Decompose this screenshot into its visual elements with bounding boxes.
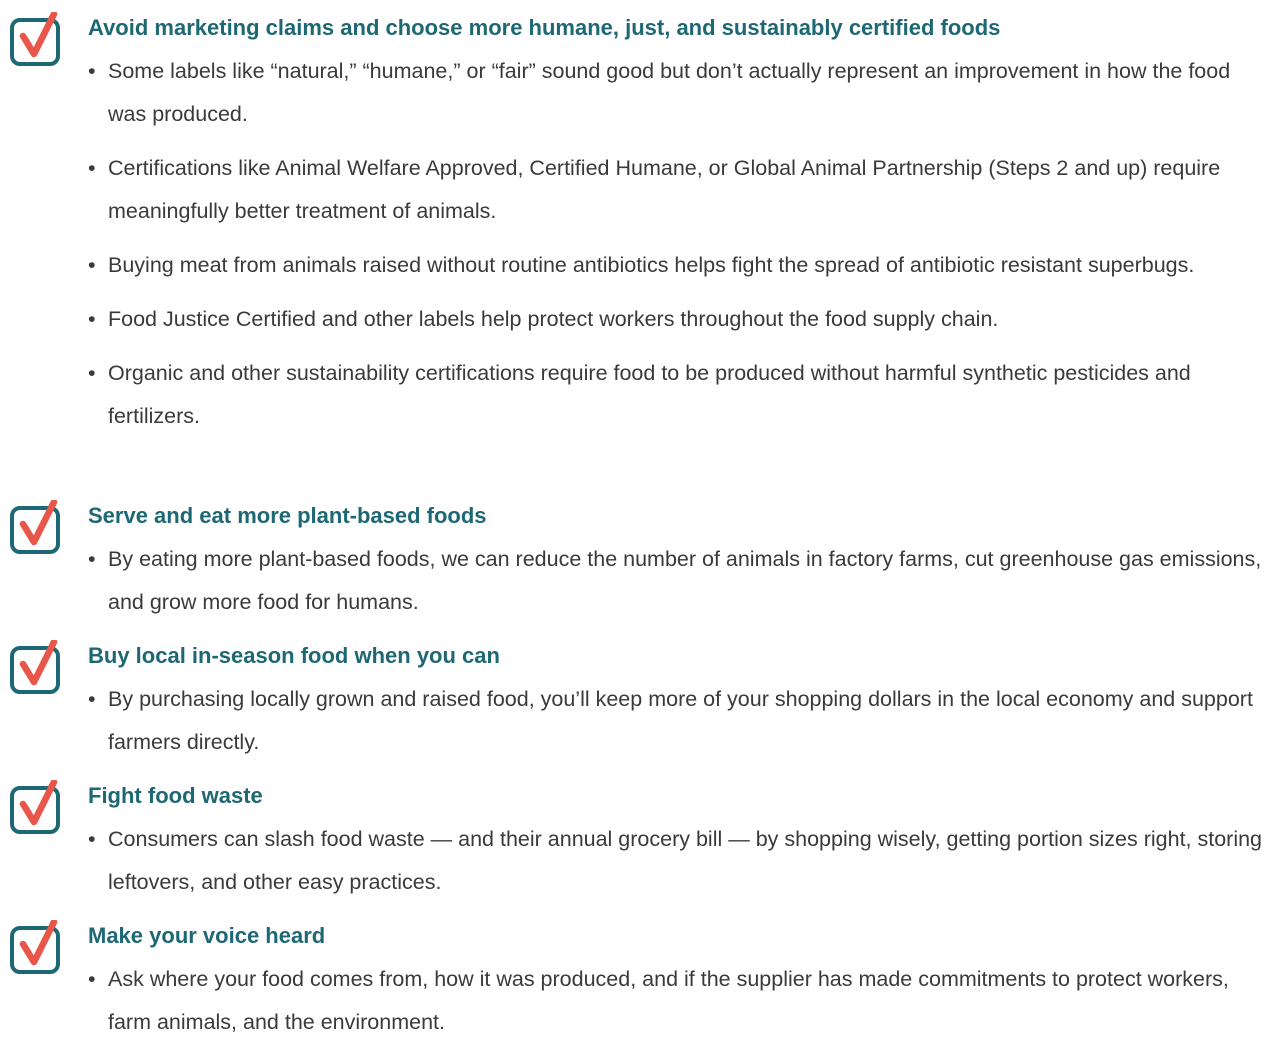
bullet-dot-icon: • [88,687,96,711]
section-heading: Serve and eat more plant-based foods [88,503,487,528]
bullet-list: • By purchasing locally grown and raised … [88,678,1263,764]
bullet-text: Ask where your food comes from, how it w… [108,967,1229,1034]
section-heading: Make your voice heard [88,923,326,948]
bullet-dot-icon: • [88,156,96,180]
bullet-text: Some labels like “natural,” “humane,” or… [108,59,1231,126]
bullet-text: Organic and other sustainability certifi… [108,361,1191,428]
bullet-dot-icon: • [88,59,96,83]
bullet-dot-icon: • [88,253,96,277]
list-item: • Buying meat from animals raised without… [88,244,1263,287]
bullet-text: By purchasing locally grown and raised f… [108,687,1253,754]
list-item: • Organic and other sustainability certif… [88,352,1263,438]
bullet-text: Consumers can slash food waste — and the… [108,827,1263,894]
bullet-list: • By eating more plant-based foods, we ca… [88,538,1263,624]
list-item: • Ask where your food comes from, how it … [88,958,1263,1044]
checkmark-icon [10,500,62,556]
checkmark-icon [10,780,62,836]
list-item: • Consumers can slash food waste — and th… [88,818,1263,904]
bullet-dot-icon: • [88,361,96,385]
checkmark-icon [10,920,62,976]
bullet-dot-icon: • [88,967,96,991]
list-item: • By eating more plant-based foods, we ca… [88,538,1263,624]
section-heading: Buy local in-season food when you can [88,643,500,668]
bullet-dot-icon: • [88,547,96,571]
section-heading: Fight food waste [88,783,263,808]
list-item: • Food Justice Certified and other labels… [88,298,1263,341]
checkmark-icon [10,12,62,68]
list-item: • By purchasing locally grown and raised … [88,678,1263,764]
bullet-dot-icon: • [88,827,96,851]
checkmark-icon [10,640,62,696]
bullet-list: • Ask where your food comes from, how it … [88,958,1263,1044]
bullet-list: • Some labels like “natural,” “humane,” o… [88,50,1263,438]
bullet-text: Food Justice Certified and other labels … [108,307,999,331]
bullet-text: By eating more plant-based foods, we can… [108,547,1262,614]
bullet-list: • Consumers can slash food waste — and th… [88,818,1263,904]
bullet-text: Buying meat from animals raised without … [108,253,1195,277]
bullet-text: Certifications like Animal Welfare Appro… [108,156,1221,223]
list-item: • Some labels like “natural,” “humane,” o… [88,50,1263,136]
section-heading: Avoid marketing claims and choose more h… [88,15,1001,40]
bullet-dot-icon: • [88,307,96,331]
list-item: • Certifications like Animal Welfare Appr… [88,147,1263,233]
